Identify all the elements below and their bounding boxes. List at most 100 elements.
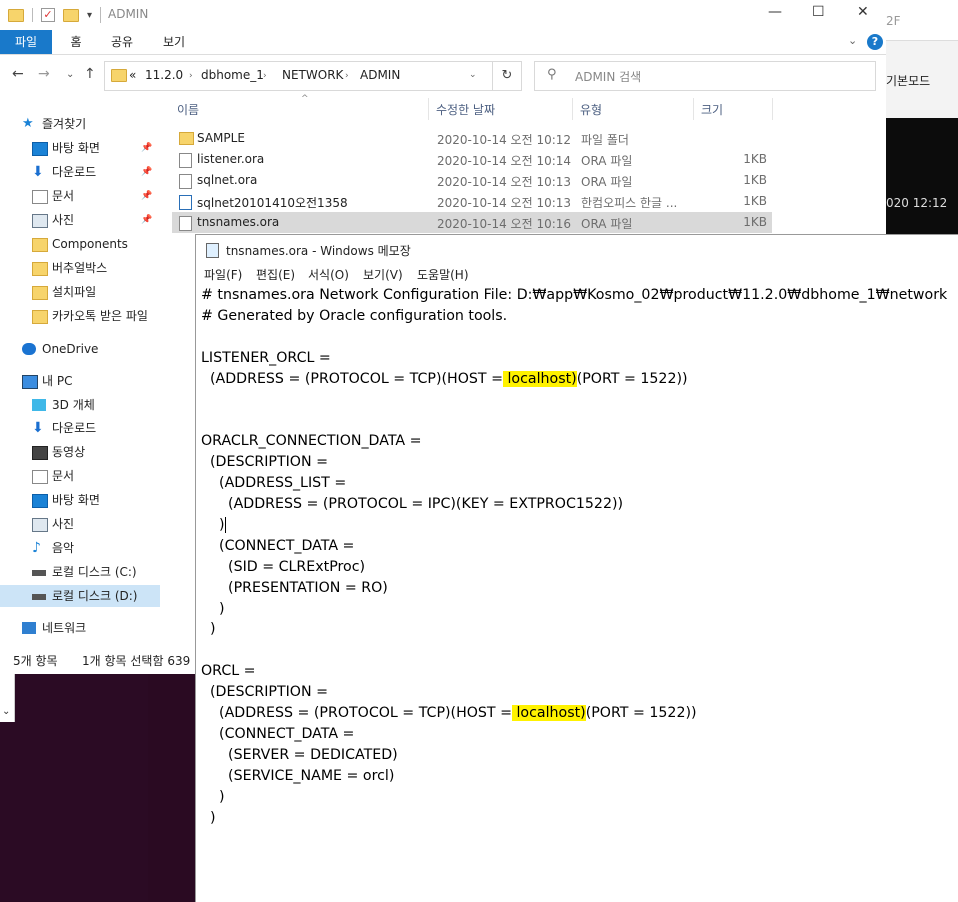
file-row[interactable]: SAMPLE 2020-10-14 오전 10:12 파일 폴더 xyxy=(172,128,772,149)
sidebar-item[interactable]: 설치파일 xyxy=(0,281,160,303)
text-line: (CONNECT_DATA = xyxy=(201,537,355,554)
tab-home[interactable]: 홈 xyxy=(66,30,86,54)
breadcrumb-overflow[interactable]: « xyxy=(129,68,136,82)
sidebar-item-label: 문서 xyxy=(52,189,75,203)
drive-icon xyxy=(32,594,46,600)
tab-view[interactable]: 보기 xyxy=(160,30,188,54)
pin-icon[interactable]: 📌 xyxy=(141,209,152,231)
forward-icon[interactable]: → xyxy=(38,66,50,82)
help-icon[interactable]: ? xyxy=(867,34,883,50)
sidebar-item[interactable]: 사진 📌 xyxy=(0,209,160,231)
tab-file[interactable]: 파일 xyxy=(0,30,52,54)
breadcrumb-11.2.0[interactable]: 11.2.0 xyxy=(145,68,183,82)
column-type[interactable]: 유형 xyxy=(580,101,602,118)
sidebar-item[interactable]: OneDrive xyxy=(0,338,160,360)
address-dropdown-icon[interactable]: ⌄ xyxy=(469,70,477,80)
new-folder-icon[interactable] xyxy=(63,8,79,22)
sidebar-item[interactable]: 로컬 디스크 (D:) xyxy=(0,585,160,607)
sidebar-item[interactable]: 네트워크 xyxy=(0,617,160,639)
sidebar-item[interactable]: 카카오톡 받은 파일 xyxy=(0,305,160,327)
sidebar-item-label: 네트워크 xyxy=(42,621,87,635)
sidebar-item-label: 사진 xyxy=(52,517,75,531)
address-bar[interactable]: « 11.2.0 › dbhome_1 › NETWORK › ADMIN ⌄ … xyxy=(104,61,522,91)
sidebar-item[interactable]: 3D 개체 xyxy=(0,394,160,416)
search-box[interactable]: ⚲ ADMIN 검색 xyxy=(534,61,876,91)
folder-icon xyxy=(32,238,48,252)
drive-icon xyxy=(32,570,46,576)
sidebar-item[interactable]: 바탕 화면 xyxy=(0,489,160,511)
column-date[interactable]: 수정한 날짜 xyxy=(436,101,495,118)
column-name[interactable]: 이름 xyxy=(177,101,199,118)
file-date: 2020-10-14 오전 10:16 xyxy=(437,217,572,231)
menu-edit[interactable]: 편집(E) xyxy=(256,266,295,283)
close-button[interactable]: ✕ xyxy=(857,4,869,20)
expand-ribbon-icon[interactable]: ⌄ xyxy=(848,34,857,47)
menu-view[interactable]: 보기(V) xyxy=(363,266,403,283)
file-date: 2020-10-14 오전 10:12 xyxy=(437,133,572,147)
search-highlight: localhost) xyxy=(502,370,577,387)
customize-toolbar-icon[interactable]: ▾ xyxy=(87,10,92,21)
star-icon: ★ xyxy=(22,116,34,131)
sidebar-item[interactable]: 사진 xyxy=(0,513,160,535)
sidebar-item[interactable]: ⬇ 다운로드 xyxy=(0,417,160,439)
pin-icon[interactable]: 📌 xyxy=(141,161,152,183)
sidebar-item-label: 동영상 xyxy=(52,445,86,459)
file-row[interactable]: listener.ora 2020-10-14 오전 10:14 ORA 파일 1KB xyxy=(172,149,772,170)
sidebar-item-label: 내 PC xyxy=(42,374,73,388)
file-row[interactable]: tnsnames.ora 2020-10-14 오전 10:16 ORA 파일 1KB xyxy=(172,212,772,233)
3d-objects-icon xyxy=(32,399,46,411)
breadcrumb-admin[interactable]: ADMIN xyxy=(360,68,400,82)
sidebar-item-label: 음악 xyxy=(52,541,75,555)
navigation-pane: ★ 즐겨찾기 바탕 화면 📌 ⬇ 다운로드 📌 문서 📌 사진 📌 Components 버추얼박스 설치… xyxy=(0,110,160,640)
properties-icon[interactable]: ✓ xyxy=(41,8,55,22)
sidebar-item[interactable]: 바탕 화면 📌 xyxy=(0,137,160,159)
sidebar-item[interactable]: 문서 xyxy=(0,465,160,487)
sidebar-item-label: 설치파일 xyxy=(52,285,97,299)
text-line: ) xyxy=(201,600,225,617)
menu-file[interactable]: 파일(F) xyxy=(204,266,242,283)
file-type: ORA 파일 xyxy=(581,154,633,168)
address-row: ← → ⌄ ↑ « 11.2.0 › dbhome_1 › NETWORK › … xyxy=(0,60,886,91)
desktop-icon xyxy=(32,494,48,508)
text-line: (SERVICE_NAME = orcl) xyxy=(201,767,395,784)
notepad-icon xyxy=(206,243,219,258)
maximize-button[interactable]: ☐ xyxy=(812,4,825,20)
sidebar-item[interactable]: 로컬 디스크 (C:) xyxy=(0,561,160,583)
column-size[interactable]: 크기 xyxy=(701,101,723,118)
text-line: ORCL = xyxy=(201,663,256,680)
onedrive-icon xyxy=(22,343,36,355)
pin-icon[interactable]: 📌 xyxy=(141,137,152,159)
up-icon[interactable]: ↑ xyxy=(84,66,96,82)
file-size: 1KB xyxy=(743,194,767,208)
minimize-button[interactable]: — xyxy=(768,4,782,20)
recent-locations-icon[interactable]: ⌄ xyxy=(66,69,74,80)
sidebar-item-label: 다운로드 xyxy=(52,421,97,435)
sidebar-item[interactable]: ⬇ 다운로드 📌 xyxy=(0,161,160,183)
sidebar-item[interactable]: 문서 📌 xyxy=(0,185,160,207)
pin-icon[interactable]: 📌 xyxy=(141,185,152,207)
text-line: # Generated by Oracle configuration tool… xyxy=(201,307,508,324)
sidebar-item[interactable]: 동영상 xyxy=(0,441,160,463)
background-titlebar: 2F xyxy=(886,0,958,41)
refresh-button[interactable]: ↻ xyxy=(492,62,521,90)
sidebar-item-label: 바탕 화면 xyxy=(52,141,100,155)
background-panel: ⌄ xyxy=(0,674,15,722)
chevron-down-icon[interactable]: ⌄ xyxy=(2,706,10,717)
menu-help[interactable]: 도움말(H) xyxy=(417,266,469,283)
sidebar-item[interactable]: 버추얼박스 xyxy=(0,257,160,279)
file-row[interactable]: sqlnet20101410오전1358 2020-10-14 오전 10:13 한… xyxy=(172,191,772,212)
file-name: sqlnet20101410오전1358 xyxy=(197,196,348,210)
sidebar-item[interactable]: 내 PC xyxy=(0,370,160,392)
tab-share[interactable]: 공유 xyxy=(108,30,136,54)
breadcrumb-dbhome[interactable]: dbhome_1 xyxy=(201,68,264,82)
sidebar-item[interactable]: Components xyxy=(0,233,160,255)
folder-icon xyxy=(32,262,48,276)
text-line: ) xyxy=(201,621,216,638)
menu-format[interactable]: 서식(O) xyxy=(308,266,349,283)
breadcrumb-network[interactable]: NETWORK xyxy=(282,68,343,82)
text-editor-area[interactable]: # tnsnames.ora Network Configuration Fil… xyxy=(201,285,958,895)
sidebar-item[interactable]: ★ 즐겨찾기 xyxy=(0,113,160,135)
sidebar-item[interactable]: ♪ 음악 xyxy=(0,537,160,559)
file-row[interactable]: sqlnet.ora 2020-10-14 오전 10:13 ORA 파일 1KB xyxy=(172,170,772,191)
back-icon[interactable]: ← xyxy=(12,66,24,82)
